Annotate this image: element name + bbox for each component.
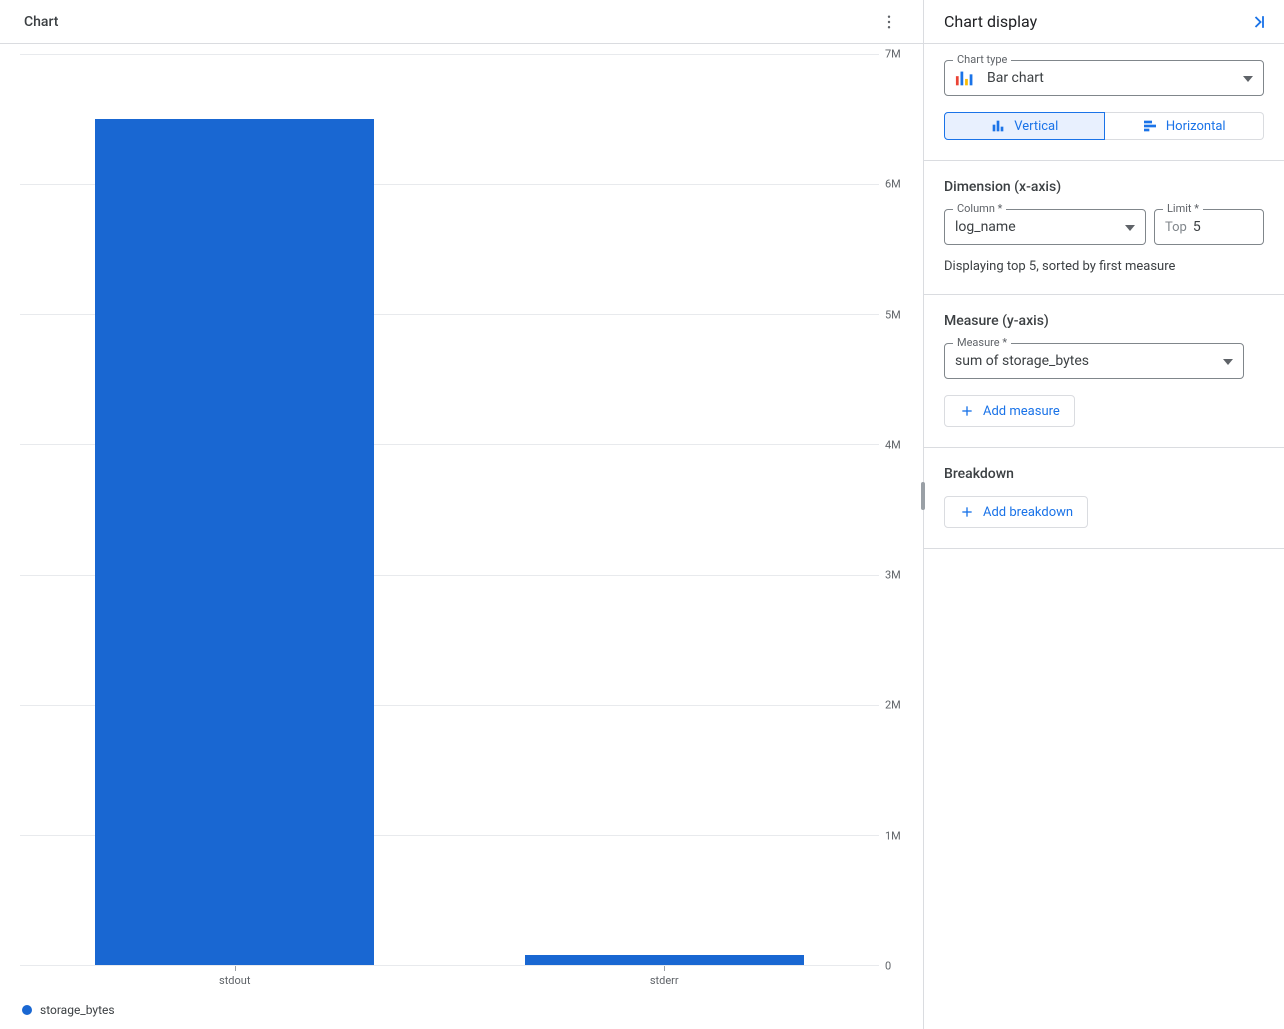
y-tick-label: 7M xyxy=(885,48,901,61)
chart-type-value: Bar chart xyxy=(987,70,1233,86)
dimension-limit-label: Limit * xyxy=(1163,202,1203,215)
chart-panel: Chart 0 1M 2M 3M 4M 5M 6M 7M stdoutstderr stora… xyxy=(0,0,924,1029)
kebab-icon xyxy=(880,13,898,31)
y-axis-labels: 01M2M3M4M5M6M7M xyxy=(879,54,911,966)
dimension-limit-field[interactable]: Limit * Top xyxy=(1154,209,1264,245)
y-tick-label: 4M xyxy=(885,438,901,451)
plot-area-wrapper: 01M2M3M4M5M6M7M xyxy=(20,54,911,966)
measure-label: Measure * xyxy=(953,336,1011,349)
y-tick-label: 3M xyxy=(885,569,901,582)
chart-type-select[interactable]: Chart type Bar chart xyxy=(944,60,1264,96)
dimension-column-label: Column * xyxy=(953,202,1006,215)
dimension-section-title: Dimension (x-axis) xyxy=(944,179,1264,195)
collapse-right-icon xyxy=(1248,12,1268,32)
y-tick-label: 1M xyxy=(885,829,901,842)
legend-swatch xyxy=(22,1005,32,1015)
bar[interactable] xyxy=(525,955,804,965)
chart-legend: storage_bytes xyxy=(20,987,911,1029)
x-tick-label: stdout xyxy=(20,966,450,987)
bar-slot xyxy=(20,54,450,965)
config-panel: Chart display Chart type xyxy=(924,0,1284,1029)
dimension-column-value: log_name xyxy=(955,219,1115,235)
chart-title: Chart xyxy=(24,14,58,30)
y-tick-label: 6M xyxy=(885,178,901,191)
horizontal-bars-icon xyxy=(1142,118,1158,134)
config-body: Chart type Bar chart xyxy=(924,44,1284,565)
dropdown-caret-icon xyxy=(1243,70,1253,86)
plot-area[interactable] xyxy=(20,54,879,966)
dimension-hint: Displaying top 5, sorted by first measur… xyxy=(944,259,1264,274)
y-tick-label: 5M xyxy=(885,308,901,321)
chart-type-label: Chart type xyxy=(953,53,1011,66)
measure-section-title: Measure (y-axis) xyxy=(944,313,1264,329)
bars-container xyxy=(20,54,879,965)
bar-slot xyxy=(450,54,880,965)
y-tick-label: 2M xyxy=(885,699,901,712)
dimension-limit-input[interactable] xyxy=(1191,218,1253,236)
orientation-horizontal-button[interactable]: Horizontal xyxy=(1105,112,1265,140)
config-header: Chart display xyxy=(924,0,1284,44)
measure-select[interactable]: Measure * sum of storage_bytes xyxy=(944,343,1244,379)
collapse-panel-button[interactable] xyxy=(1248,12,1268,32)
plus-icon xyxy=(959,403,975,419)
add-measure-label: Add measure xyxy=(983,404,1060,419)
config-panel-title: Chart display xyxy=(944,12,1037,31)
bar-chart-icon xyxy=(955,69,977,87)
orientation-vertical-button[interactable]: Vertical xyxy=(944,112,1105,140)
x-tick-label: stderr xyxy=(450,966,880,987)
measure-value: sum of storage_bytes xyxy=(955,353,1213,369)
orientation-vertical-label: Vertical xyxy=(1014,119,1058,134)
orientation-horizontal-label: Horizontal xyxy=(1166,119,1226,134)
breakdown-section-title: Breakdown xyxy=(944,466,1264,482)
resize-handle[interactable] xyxy=(921,482,925,510)
add-breakdown-label: Add breakdown xyxy=(983,505,1073,520)
legend-series-label: storage_bytes xyxy=(40,1003,115,1017)
dimension-column-select[interactable]: Column * log_name xyxy=(944,209,1146,245)
dropdown-caret-icon xyxy=(1223,353,1233,369)
chart-header: Chart xyxy=(0,0,923,44)
plus-icon xyxy=(959,504,975,520)
chart-options-button[interactable] xyxy=(875,8,903,36)
add-measure-button[interactable]: Add measure xyxy=(944,395,1075,427)
orientation-toggle: Vertical Horizontal xyxy=(944,112,1264,140)
chart-body: 0 1M 2M 3M 4M 5M 6M 7M stdoutstderr storage_byt… xyxy=(0,44,923,1029)
add-breakdown-button[interactable]: Add breakdown xyxy=(944,496,1088,528)
limit-prefix: Top xyxy=(1165,220,1187,235)
x-axis-labels: stdoutstderr xyxy=(20,966,879,987)
dropdown-caret-icon xyxy=(1125,219,1135,235)
vertical-bars-icon xyxy=(990,118,1006,134)
bar[interactable] xyxy=(95,119,374,965)
y-tick-label: 0 xyxy=(885,960,891,973)
